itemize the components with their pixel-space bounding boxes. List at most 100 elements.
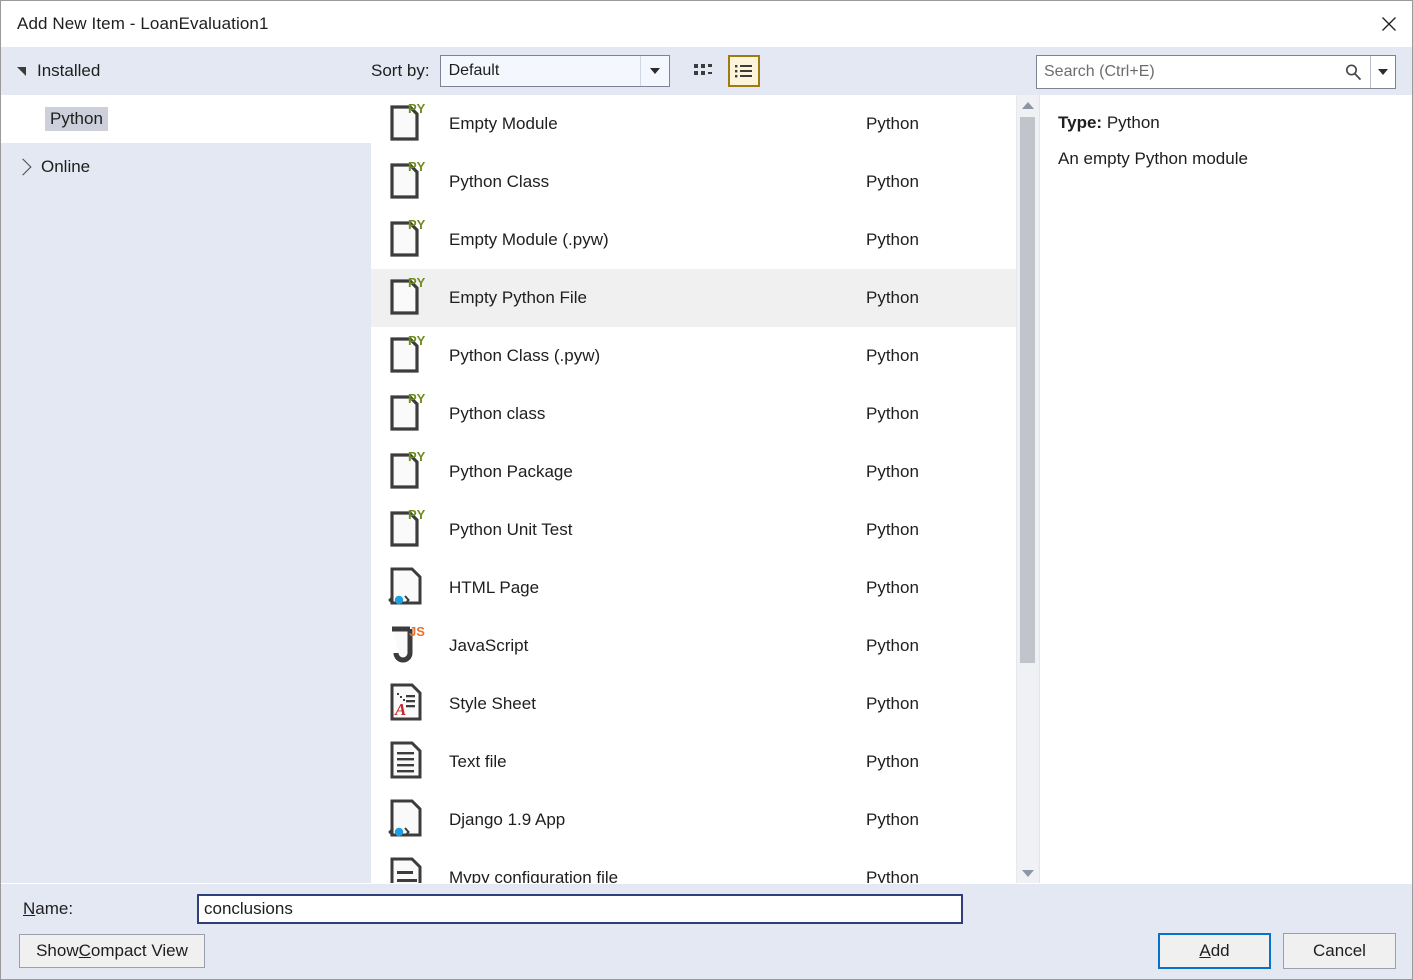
list-item[interactable]: HTML Page Python — [371, 559, 1016, 617]
config-file-icon — [388, 855, 426, 883]
list-item[interactable]: PY Empty Module (.pyw) Python — [371, 211, 1016, 269]
list-item-icon: PY — [385, 449, 429, 496]
list-item[interactable]: Mypy configuration file Python — [371, 849, 1016, 883]
list-item-category: Python — [866, 520, 919, 539]
sort-by-label: Sort by: — [371, 61, 430, 80]
view-toggle-group — [688, 55, 760, 87]
sort-by-select[interactable]: Default — [439, 55, 670, 87]
list-item-name: Mypy configuration file — [449, 868, 619, 883]
python-file-icon: PY — [388, 159, 426, 206]
add-button[interactable]: Add — [1158, 933, 1271, 969]
toolbar: Installed Sort by: Default — [1, 47, 1412, 95]
list-item-category: Python — [866, 288, 919, 307]
list-item[interactable]: PY Python class Python — [371, 385, 1016, 443]
name-row: Name: — [1, 884, 1412, 924]
list-item[interactable]: PY Empty Python File Python — [371, 269, 1016, 327]
svg-text:JS: JS — [409, 624, 425, 639]
list-item-name: Python Unit Test — [449, 520, 573, 539]
list-item[interactable]: PY Empty Module Python — [371, 95, 1016, 153]
close-icon[interactable] — [1366, 1, 1412, 47]
detail-type-value: Python — [1106, 113, 1160, 132]
name-label-rest: ame: — [35, 899, 74, 918]
list-item-icon: PY — [385, 333, 429, 380]
scrollbar-track[interactable] — [1017, 115, 1039, 863]
list-item-category: Python — [866, 404, 919, 423]
svg-text:PY: PY — [408, 391, 426, 406]
detail-description: An empty Python module — [1058, 149, 1248, 168]
list-item[interactable]: A Style Sheet Python — [371, 675, 1016, 733]
list-item-category: Python — [866, 346, 919, 365]
name-input[interactable] — [197, 894, 963, 924]
search-box[interactable] — [1036, 55, 1396, 89]
compact-post: ompact View — [90, 941, 188, 960]
sidebar-group-online[interactable]: Online — [1, 143, 371, 191]
stylesheet-file-icon: A — [388, 681, 426, 728]
list-item[interactable]: JS JavaScript Python — [371, 617, 1016, 675]
sidebar-item-python[interactable]: Python — [1, 95, 371, 143]
list-scrollbar[interactable] — [1016, 95, 1039, 883]
list-item-icon — [385, 739, 429, 786]
list-item-category: Python — [866, 636, 919, 655]
dialog-button-row: Add Cancel — [1158, 933, 1396, 969]
list-item[interactable]: Django 1.9 App Python — [371, 791, 1016, 849]
add-new-item-dialog: Add New Item - LoanEvaluation1 Installed… — [0, 0, 1413, 980]
list-view-icon[interactable] — [727, 55, 760, 87]
list-item-name: Python Class (.pyw) — [449, 346, 601, 365]
dialog-body: Python Online PY Empty Module Python PY Pyth… — [1, 95, 1412, 883]
list-item-name: Django 1.9 App — [449, 810, 566, 829]
list-item-icon: PY — [385, 507, 429, 554]
list-item-name: Empty Module (.pyw) — [449, 230, 609, 249]
list-item-icon — [385, 565, 429, 612]
list-item-name: Text file — [449, 752, 507, 771]
svg-text:PY: PY — [408, 449, 426, 464]
sidebar-group-installed-label: Installed — [37, 61, 101, 80]
list-item[interactable]: PY Python Class (.pyw) Python — [371, 327, 1016, 385]
scroll-up-arrow-icon[interactable] — [1017, 95, 1039, 115]
list-item-icon — [385, 797, 429, 844]
list-item-name: JavaScript — [449, 636, 529, 655]
text-file-icon — [388, 739, 426, 786]
scrollbar-thumb[interactable] — [1020, 117, 1035, 664]
list-item[interactable]: PY Python Unit Test Python — [371, 501, 1016, 559]
html-file-icon — [388, 565, 426, 612]
scroll-down-arrow-icon[interactable] — [1017, 863, 1039, 883]
show-compact-view-button[interactable]: Show Compact View — [19, 934, 205, 968]
list-item-icon: PY — [385, 275, 429, 322]
compact-accel: C — [78, 941, 91, 960]
svg-text:PY: PY — [408, 217, 426, 232]
list-item-category: Python — [866, 462, 919, 481]
name-label-accel: N — [23, 899, 36, 918]
compact-pre: Show — [36, 941, 79, 960]
add-accel: A — [1199, 941, 1211, 960]
javascript-file-icon: JS — [388, 623, 426, 670]
list-item-category: Python — [866, 694, 919, 713]
search-input[interactable] — [1037, 62, 1336, 82]
list-item-category: Python — [866, 752, 919, 771]
search-dropdown-chevron-down-icon[interactable] — [1370, 56, 1395, 88]
list-item-category: Python — [866, 114, 919, 133]
python-file-icon: PY — [388, 217, 426, 264]
svg-text:PY: PY — [408, 333, 426, 348]
html-file-icon — [388, 797, 426, 844]
search-magnifier-icon[interactable] — [1336, 56, 1370, 88]
python-file-icon: PY — [388, 333, 426, 380]
list-item[interactable]: PY Python Class Python — [371, 153, 1016, 211]
python-file-icon: PY — [388, 101, 426, 148]
detail-type-label: Type: — [1058, 113, 1103, 132]
list-item-icon: PY — [385, 159, 429, 206]
details-panel: Type: Python An empty Python module — [1039, 95, 1412, 883]
grid-view-icon[interactable] — [688, 55, 720, 87]
triangle-down-icon — [17, 66, 26, 76]
template-list: PY Empty Module Python PY Python Class Python… — [371, 95, 1016, 883]
chevron-down-icon — [639, 56, 669, 86]
name-label: Name: — [1, 899, 197, 919]
cancel-button[interactable]: Cancel — [1283, 933, 1396, 969]
template-list-panel: PY Empty Module Python PY Python Class Python… — [371, 95, 1039, 883]
sidebar: Python Online — [1, 95, 371, 883]
list-item-category: Python — [866, 868, 919, 883]
sidebar-group-installed[interactable]: Installed — [1, 61, 371, 81]
list-item[interactable]: Text file Python — [371, 733, 1016, 791]
svg-text:PY: PY — [408, 275, 426, 290]
list-item[interactable]: PY Python Package Python — [371, 443, 1016, 501]
list-item-name: Empty Python File — [449, 288, 587, 307]
